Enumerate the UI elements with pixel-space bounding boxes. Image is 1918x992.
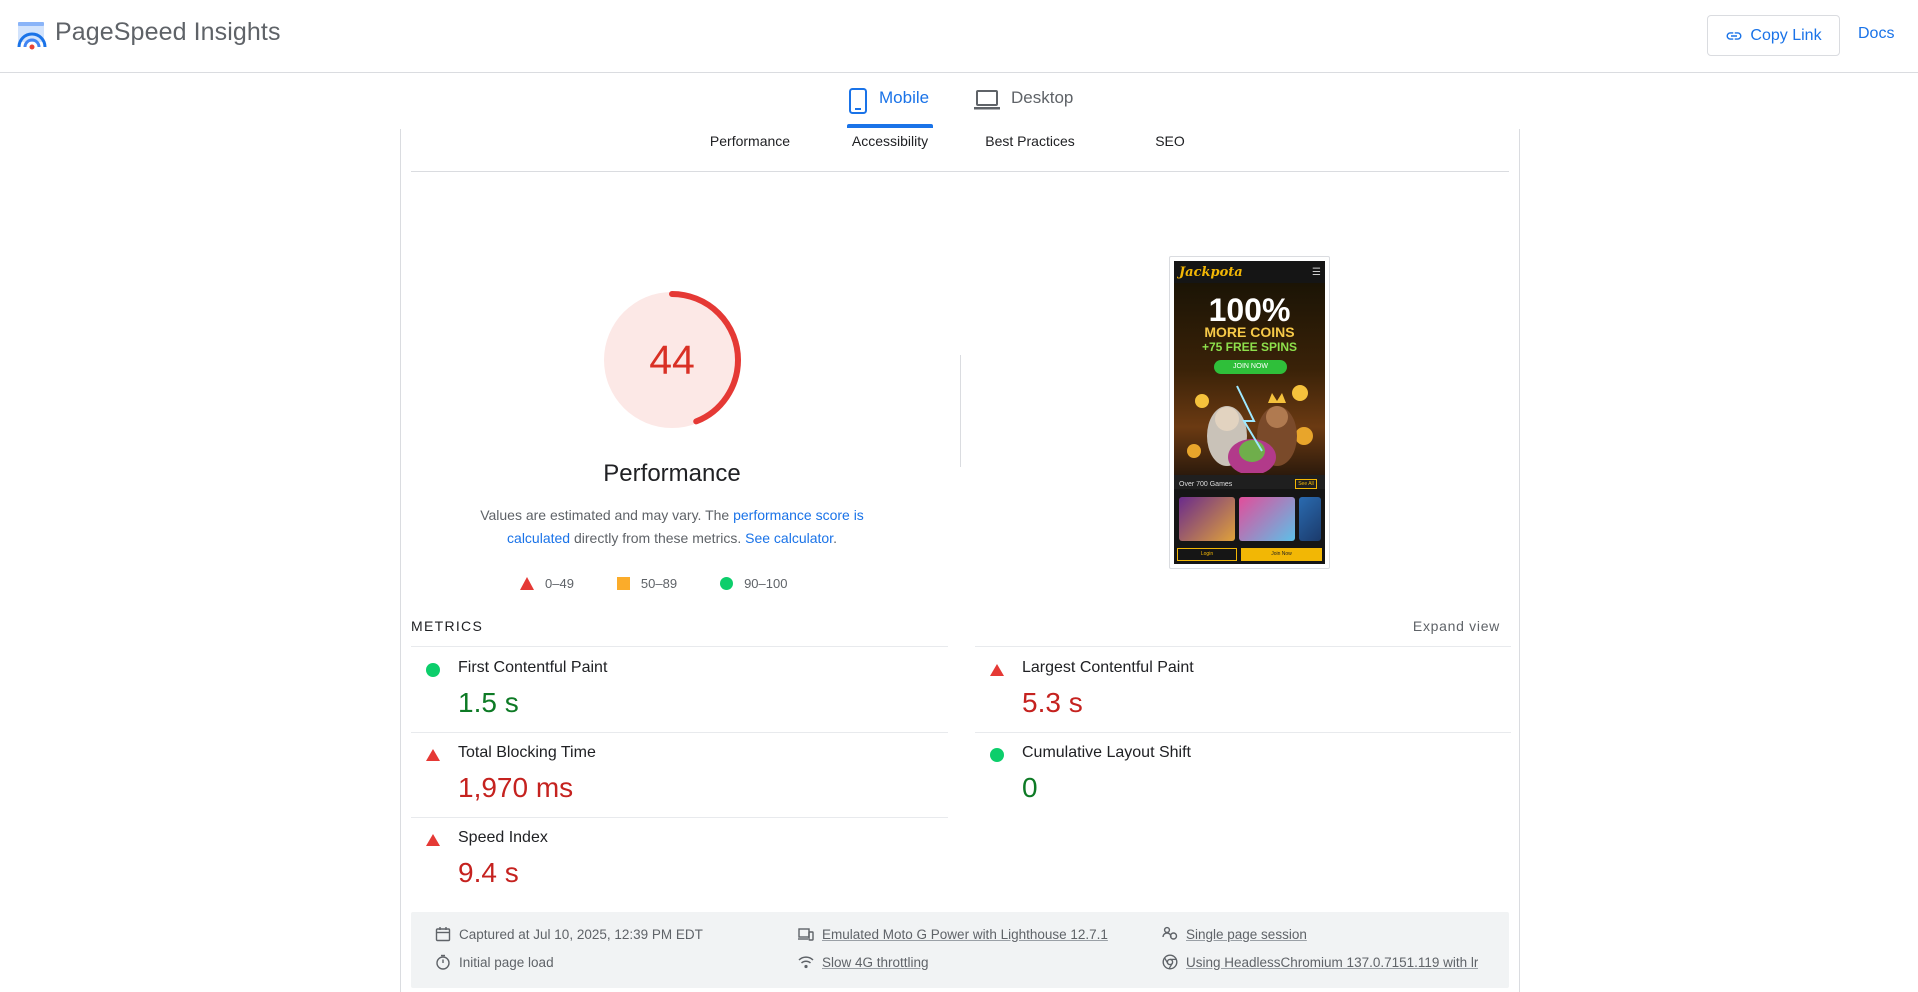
score-description: Values are estimated and may vary. The p… — [456, 504, 888, 550]
score-legend: 0–49 50–89 90–100 — [520, 573, 830, 593]
phone-icon — [849, 88, 867, 114]
metric-first-contentful-paint: First Contentful Paint 1.5 s — [411, 647, 946, 727]
metric-value: 1.5 s — [458, 687, 519, 718]
copy-link-button[interactable]: Copy Link — [1707, 15, 1840, 56]
metrics-heading: METRICS — [411, 618, 484, 634]
laptop-icon — [974, 90, 1000, 110]
metric-name: Cumulative Layout Shift — [1022, 744, 1191, 761]
browser-text: Using HeadlessChromium 137.0.7151.119 wi… — [1186, 954, 1479, 970]
metric-value: 9.4 s — [458, 857, 519, 888]
promo-spins: +75 FREE SPINS — [1201, 340, 1298, 354]
captured-info: Captured at Jul 10, 2025, 12:39 PM EDT — [435, 926, 703, 942]
metric-value: 5.3 s — [1022, 687, 1083, 718]
promo-join-button: JOIN NOW — [1214, 360, 1287, 374]
metric-name: Total Blocking Time — [458, 744, 596, 761]
cta-buttons: Login Join Now — [1177, 548, 1322, 561]
performance-score: 44 — [649, 336, 695, 383]
legend-average-label: 50–89 — [640, 575, 678, 591]
run-info-panel: Captured at Jul 10, 2025, 12:39 PM EDT I… — [411, 912, 1509, 988]
metric-name: First Contentful Paint — [458, 659, 608, 676]
throttling-info[interactable]: Slow 4G throttling — [798, 954, 929, 970]
see-all-button: See All — [1295, 479, 1317, 489]
tab-seo[interactable]: SEO — [1155, 133, 1185, 149]
emulated-device-text: Emulated Moto G Power with Lighthouse 12… — [822, 926, 1108, 942]
tab-accessibility[interactable]: Accessibility — [852, 133, 928, 149]
red-triangle-icon — [520, 576, 534, 590]
metric-name: Speed Index — [458, 829, 548, 846]
metric-value: 1,970 ms — [458, 772, 574, 803]
session-info[interactable]: Single page session — [1162, 926, 1307, 942]
legend-pass: 90–100 — [720, 576, 787, 591]
hamburger-icon: ☰ — [1312, 267, 1321, 278]
vertical-divider — [960, 355, 961, 467]
gauge-title: Performance — [603, 460, 741, 487]
login-button: Login — [1177, 548, 1237, 561]
metric-largest-contentful-paint: Largest Contentful Paint 5.3 s — [975, 647, 1510, 727]
tab-mobile[interactable]: Mobile — [847, 88, 929, 128]
devices-icon — [798, 928, 814, 941]
metric-value: 0 — [1022, 772, 1038, 803]
hero-characters-image — [1187, 385, 1313, 473]
games-label: Over 700 Games — [1179, 481, 1233, 488]
final-screenshot[interactable]: Jackpota ☰ 100% MORE COINS +75 FREE SPIN… — [1169, 256, 1330, 569]
metric-speed-index: Speed Index 9.4 s — [411, 817, 946, 897]
pagespeed-logo-icon[interactable] — [16, 20, 48, 52]
tab-best-practices[interactable]: Best Practices — [985, 133, 1074, 149]
app-title[interactable]: PageSpeed Insights — [55, 18, 281, 47]
game-tile — [1299, 497, 1321, 541]
legend-pass-label: 90–100 — [744, 575, 788, 591]
description-middle: directly from these metrics. — [570, 530, 746, 546]
calendar-icon — [435, 927, 451, 942]
green-circle-icon — [426, 663, 440, 677]
performance-gauge: 44 — [600, 288, 744, 432]
signal-icon — [798, 956, 814, 969]
captured-text: Captured at Jul 10, 2025, 12:39 PM EDT — [459, 926, 703, 942]
metric-name: Largest Contentful Paint — [1022, 659, 1194, 676]
green-circle-icon — [990, 748, 1004, 762]
game-tiles — [1179, 497, 1325, 541]
legend-fail-label: 0–49 — [545, 575, 574, 591]
copy-link-label: Copy Link — [1750, 26, 1822, 44]
report-panel: Performance Accessibility Best Practices… — [400, 129, 1520, 992]
active-tab-indicator — [847, 124, 933, 128]
emulated-device-info[interactable]: Emulated Moto G Power with Lighthouse 12… — [798, 926, 1108, 942]
link-icon — [1726, 31, 1742, 40]
metric-cumulative-layout-shift: Cumulative Layout Shift 0 — [975, 732, 1510, 812]
docs-link[interactable]: Docs — [1858, 25, 1894, 43]
see-calculator-link[interactable]: See calculator — [745, 530, 833, 546]
throttling-text: Slow 4G throttling — [822, 954, 929, 970]
tab-performance[interactable]: Performance — [710, 133, 790, 149]
game-tile — [1179, 497, 1235, 541]
red-triangle-icon — [990, 664, 1004, 676]
tab-desktop-label: Desktop — [1011, 88, 1074, 107]
expand-view-toggle[interactable]: Expand view — [1413, 618, 1500, 634]
top-bar: PageSpeed Insights Copy Link Docs — [0, 0, 1918, 73]
red-triangle-icon — [426, 749, 440, 761]
session-text: Single page session — [1186, 926, 1307, 942]
timer-icon — [436, 954, 450, 970]
legend-average: 50–89 — [616, 575, 678, 591]
category-tabs: Performance Accessibility Best Practices… — [401, 129, 1521, 173]
promo-coins: MORE COINS — [1204, 324, 1295, 340]
people-icon — [1162, 926, 1178, 940]
initial-load-text: Initial page load — [459, 954, 554, 970]
screenshot-content: Jackpota ☰ 100% MORE COINS +75 FREE SPIN… — [1174, 261, 1325, 564]
join-now-button: Join Now — [1241, 548, 1322, 561]
description-prefix: Values are estimated and may vary. The — [480, 507, 734, 523]
site-logo: Jackpota — [1179, 265, 1243, 280]
tabs-divider — [411, 171, 1509, 172]
orange-square-icon — [616, 576, 630, 590]
description-suffix: . — [833, 530, 837, 546]
legend-fail: 0–49 — [520, 576, 574, 591]
tab-desktop[interactable]: Desktop — [973, 88, 1073, 128]
green-circle-icon — [720, 576, 734, 590]
browser-info[interactable]: Using HeadlessChromium 137.0.7151.119 wi… — [1162, 954, 1478, 970]
game-tile — [1239, 497, 1295, 541]
chrome-icon — [1162, 954, 1178, 970]
metric-total-blocking-time: Total Blocking Time 1,970 ms — [411, 732, 946, 812]
tab-mobile-label: Mobile — [879, 88, 930, 107]
red-triangle-icon — [426, 834, 440, 846]
initial-load-info: Initial page load — [435, 954, 554, 970]
